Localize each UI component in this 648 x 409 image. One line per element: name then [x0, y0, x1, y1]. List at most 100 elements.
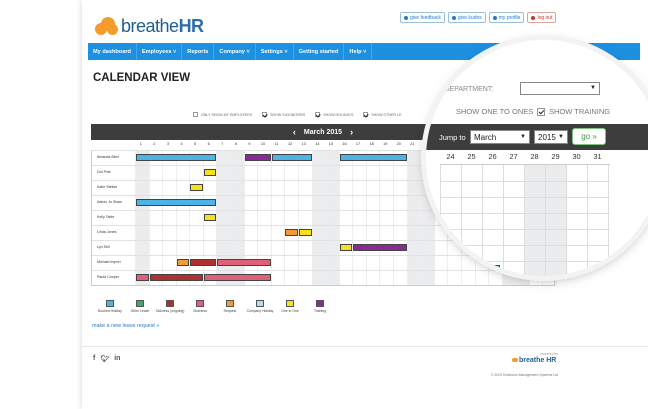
top-links: give feedback give kudos my profile log …: [400, 12, 557, 23]
leave-bar[interactable]: [298, 229, 312, 236]
employee-name[interactable]: Lyn Sell: [97, 245, 110, 249]
breathehr-logo[interactable]: breatheHR: [93, 12, 204, 40]
leave-bar[interactable]: [203, 169, 217, 176]
day-number: 2: [153, 142, 156, 146]
page-title: CALENDAR VIEW: [93, 72, 191, 84]
employee-name[interactable]: Linda Jones: [97, 230, 116, 234]
day-number: 30: [572, 152, 581, 161]
checkbox[interactable]: [193, 112, 198, 117]
legend-swatch: [166, 300, 174, 307]
day-number: 20: [396, 142, 401, 146]
day-number: 29: [551, 152, 560, 161]
legend-label: One to One: [281, 309, 299, 313]
day-number: 6: [207, 142, 210, 146]
leave-bar[interactable]: [176, 259, 190, 266]
checkbox[interactable]: [315, 112, 321, 117]
log-out-button[interactable]: log out: [527, 12, 557, 23]
my-profile-button[interactable]: my profile: [488, 12, 525, 23]
employee-name[interactable]: Amanda Allen: [97, 155, 119, 159]
day-number: 28: [530, 152, 539, 161]
filter-show-holidays[interactable]: SHOW HOLIDAYS: [315, 112, 353, 117]
nav-employees[interactable]: Employees ˅: [137, 43, 183, 60]
legend-swatch: [136, 300, 144, 307]
leave-bar[interactable]: [339, 244, 353, 251]
chevron-right-icon[interactable]: ›: [350, 127, 353, 137]
leave-bar[interactable]: [285, 229, 298, 236]
logo-text: breatheHR: [121, 15, 204, 36]
employee-name[interactable]: Admin Jo Shaw: [97, 200, 122, 204]
checkbox[interactable]: [262, 112, 268, 117]
leave-bar[interactable]: [339, 154, 407, 161]
nav-my-dashboard[interactable]: My dashboard: [88, 43, 137, 60]
legend-item: Company Holiday: [245, 300, 275, 313]
leave-bar[interactable]: [353, 244, 407, 251]
page: { "brand": {"name_light": "breathe", "na…: [0, 0, 648, 409]
leave-bar[interactable]: [203, 274, 271, 281]
employee-name[interactable]: Michael Import: [97, 260, 121, 264]
new-leave-request-link[interactable]: make a new leave request »: [92, 323, 159, 329]
legend-item: Sickness (ongoing): [155, 300, 185, 313]
leave-bar[interactable]: [136, 154, 217, 161]
nav-company[interactable]: Company ˅: [214, 43, 256, 60]
leave-bar[interactable]: [136, 274, 149, 281]
day-number: 15: [328, 142, 333, 146]
filter-show-sicknesses[interactable]: SHOW SICKNESSES: [262, 112, 305, 117]
day-number: 16: [342, 142, 347, 146]
day-number: 18: [369, 142, 374, 146]
give-feedback-button[interactable]: give feedback: [400, 12, 445, 23]
linkedin-icon[interactable]: in: [114, 355, 120, 363]
row-gridline: [440, 229, 610, 230]
employee-name[interactable]: Kelly Table: [97, 215, 114, 219]
department-select[interactable]: [520, 82, 600, 95]
day-number: 24: [446, 152, 455, 161]
month-label: March 2015: [303, 128, 343, 136]
leave-bar[interactable]: [244, 154, 271, 161]
nav-settings[interactable]: Settings ˅: [256, 43, 294, 60]
filter-only-my-employees[interactable]: ONLY SHOW MY EMPLOYEES: [193, 112, 252, 117]
legend-swatch: [226, 300, 234, 307]
day-number: 9: [248, 142, 251, 146]
leave-bar[interactable]: [149, 274, 203, 281]
day-number: 7: [221, 142, 224, 146]
nav-reports[interactable]: Reports: [182, 43, 215, 60]
nav-help[interactable]: Help ˅: [344, 43, 373, 60]
row-gridline: [440, 197, 610, 198]
nav-getting-started[interactable]: Getting started: [294, 43, 345, 60]
day-number: 12: [288, 142, 293, 146]
leave-bar[interactable]: [136, 199, 217, 206]
row-gridline: [440, 213, 610, 214]
employee-name[interactable]: Dot Pole: [97, 170, 111, 174]
option-show-one-to-ones[interactable]: SHOW ONE TO ONES: [456, 107, 546, 116]
go-button[interactable]: go »: [572, 128, 606, 145]
option-show-training[interactable]: SHOW TRAINING: [549, 107, 610, 116]
month-select[interactable]: March: [470, 130, 530, 144]
leave-bar[interactable]: [271, 154, 312, 161]
leave-bar[interactable]: [440, 265, 500, 273]
legend-item: One to One: [275, 300, 305, 313]
day-number: 8: [234, 142, 237, 146]
star-icon: [451, 15, 456, 20]
checkbox[interactable]: [537, 107, 546, 116]
leave-bar[interactable]: [217, 259, 271, 266]
employee-name[interactable]: Katie Stellan: [97, 185, 117, 189]
leave-bar[interactable]: [190, 184, 203, 191]
day-number: 25: [467, 152, 476, 161]
chevron-left-icon[interactable]: ‹: [293, 127, 296, 137]
leave-bar[interactable]: [203, 214, 217, 221]
legend-item: Sickness: [185, 300, 215, 313]
filter-show-other-leave[interactable]: SHOW OTHER LE: [363, 112, 402, 117]
give-kudos-button[interactable]: give kudos: [447, 12, 486, 23]
leave-bar[interactable]: [190, 259, 217, 266]
chat-icon: [404, 15, 408, 20]
legend-swatch: [256, 300, 264, 307]
day-number: 5: [194, 142, 197, 146]
year-select[interactable]: 2015: [534, 130, 568, 144]
legend-label: Sickness: [193, 309, 207, 313]
twitter-icon[interactable]: 🐦︎: [100, 355, 109, 363]
employee-name[interactable]: Paula Cooper: [97, 275, 119, 279]
legend-swatch: [316, 300, 324, 307]
checkbox[interactable]: [363, 112, 369, 117]
footer-logo[interactable]: breathe HR: [512, 357, 556, 364]
day-number: 21: [410, 142, 415, 146]
facebook-icon[interactable]: f: [93, 355, 95, 363]
